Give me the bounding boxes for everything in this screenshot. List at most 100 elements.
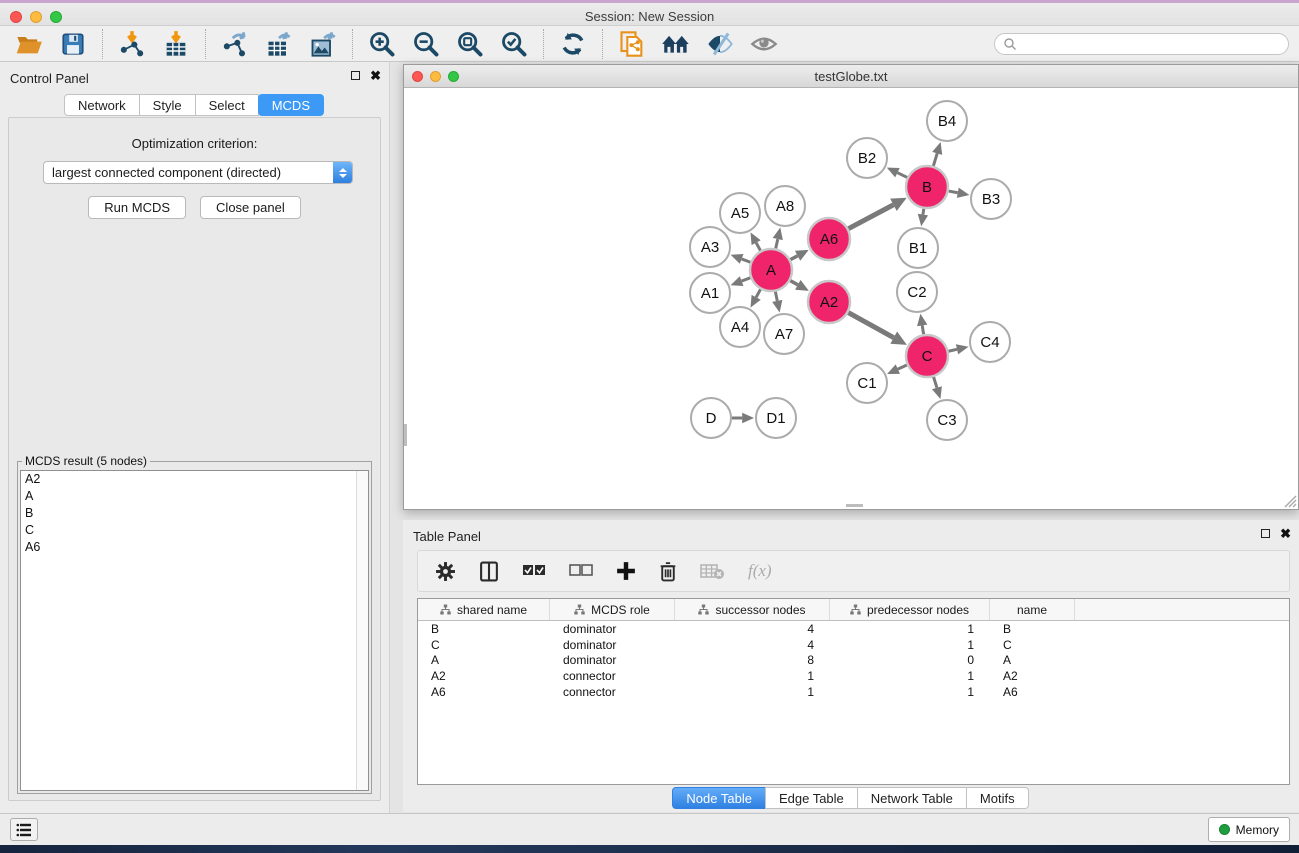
network-canvas[interactable]: B4B2BB3A8A5A6A3B1AA1C2A2A4A7C4CC1C3DD1 bbox=[404, 88, 1298, 509]
mcds-result-item[interactable]: A bbox=[21, 488, 368, 505]
zoom-out-icon[interactable] bbox=[409, 29, 443, 59]
mcds-result-item[interactable]: C bbox=[21, 522, 368, 539]
network-vertical-scrollbar[interactable] bbox=[404, 424, 407, 446]
tab-style[interactable]: Style bbox=[139, 94, 196, 116]
table-header-row: shared nameMCDS rolesuccessor nodesprede… bbox=[418, 599, 1289, 621]
network-graph[interactable]: B4B2BB3A8A5A6A3B1AA1C2A2A4A7C4CC1C3DD1 bbox=[404, 88, 1298, 509]
tab-mcds[interactable]: MCDS bbox=[258, 94, 324, 116]
graph-edge[interactable] bbox=[923, 209, 924, 215]
graph-edge[interactable] bbox=[922, 325, 923, 334]
application-window: Session: New Session bbox=[0, 0, 1299, 853]
graph-edge[interactable] bbox=[897, 173, 907, 178]
select-all-icon[interactable] bbox=[522, 564, 546, 578]
function-builder-icon[interactable]: f(x) bbox=[748, 561, 772, 581]
mcds-result-item[interactable]: B bbox=[21, 505, 368, 522]
mcds-result-fieldset: MCDS result (5 nodes) A2ABCA6 bbox=[17, 454, 372, 794]
task-history-button[interactable] bbox=[10, 818, 38, 841]
edge-arrowhead bbox=[731, 254, 744, 264]
tab-network[interactable]: Network bbox=[64, 94, 140, 116]
import-table-icon[interactable] bbox=[159, 29, 193, 59]
node-label: B3 bbox=[982, 191, 1000, 208]
hide-panel-eye-icon[interactable] bbox=[703, 29, 737, 59]
search-field[interactable] bbox=[994, 33, 1289, 55]
tab-node-table[interactable]: Node Table bbox=[672, 787, 766, 809]
graph-edge[interactable] bbox=[790, 281, 798, 285]
session-title: Session: New Session bbox=[0, 9, 1299, 24]
table-cell: dominator bbox=[550, 653, 675, 667]
import-network-icon[interactable] bbox=[115, 29, 149, 59]
node-label: A bbox=[766, 262, 776, 279]
graph-edge[interactable] bbox=[790, 256, 797, 260]
refresh-icon[interactable] bbox=[556, 29, 590, 59]
node-label: B1 bbox=[909, 240, 927, 257]
column-type-icon bbox=[850, 604, 861, 615]
graph-edge[interactable] bbox=[775, 292, 777, 301]
table-close-panel-icon[interactable]: ✖ bbox=[1280, 529, 1291, 538]
resize-grip-icon[interactable] bbox=[1284, 495, 1297, 508]
column-header-successor-nodes[interactable]: successor nodes bbox=[675, 599, 830, 620]
show-eye-icon[interactable] bbox=[747, 29, 781, 59]
status-bar: Memory bbox=[0, 813, 1299, 845]
graph-edge[interactable] bbox=[949, 191, 958, 193]
graph-edge[interactable] bbox=[898, 365, 907, 369]
table-float-panel-icon[interactable] bbox=[1261, 529, 1270, 538]
show-columns-icon[interactable] bbox=[479, 561, 499, 582]
save-session-icon[interactable] bbox=[56, 29, 90, 59]
result-list-scrollbar[interactable] bbox=[356, 471, 368, 790]
mcds-result-item[interactable]: A2 bbox=[21, 471, 368, 488]
column-header-predecessor-nodes[interactable]: predecessor nodes bbox=[830, 599, 990, 620]
delete-table-icon[interactable] bbox=[700, 563, 725, 580]
dropdown-stepper-icon bbox=[333, 162, 352, 183]
graph-edge[interactable] bbox=[848, 313, 893, 338]
table-row[interactable]: Bdominator41B bbox=[418, 621, 1289, 637]
graph-edge[interactable] bbox=[934, 377, 937, 388]
table-row[interactable]: Cdominator41C bbox=[418, 637, 1289, 653]
close-panel-icon[interactable]: ✖ bbox=[370, 71, 381, 80]
run-mcds-button[interactable]: Run MCDS bbox=[88, 196, 186, 219]
tab-motifs[interactable]: Motifs bbox=[966, 787, 1029, 809]
column-header-MCDS-role[interactable]: MCDS role bbox=[550, 599, 675, 620]
zoom-in-icon[interactable] bbox=[365, 29, 399, 59]
zoom-selected-icon[interactable] bbox=[497, 29, 531, 59]
tab-network-table[interactable]: Network Table bbox=[857, 787, 967, 809]
close-panel-button[interactable]: Close panel bbox=[200, 196, 301, 219]
column-header-name[interactable]: name bbox=[990, 599, 1075, 620]
delete-column-trash-icon[interactable] bbox=[659, 561, 677, 582]
graph-edge[interactable] bbox=[756, 243, 760, 251]
export-image-icon[interactable] bbox=[306, 29, 340, 59]
tab-select[interactable]: Select bbox=[195, 94, 259, 116]
table-cell: 1 bbox=[675, 669, 830, 683]
clone-network-icon[interactable] bbox=[615, 29, 649, 59]
open-file-icon[interactable] bbox=[12, 29, 46, 59]
graph-edge[interactable] bbox=[742, 278, 751, 281]
network-horizontal-scrollbar[interactable] bbox=[846, 504, 863, 507]
zoom-fit-icon[interactable] bbox=[453, 29, 487, 59]
memory-button[interactable]: Memory bbox=[1208, 817, 1290, 842]
unselect-all-icon[interactable] bbox=[569, 564, 593, 578]
graph-edge[interactable] bbox=[776, 239, 778, 248]
column-header-shared-name[interactable]: shared name bbox=[418, 599, 550, 620]
home-layout-icon[interactable] bbox=[659, 29, 693, 59]
graph-edge[interactable] bbox=[742, 259, 751, 262]
network-window-titlebar[interactable]: testGlobe.txt bbox=[404, 65, 1298, 88]
search-input[interactable] bbox=[1017, 35, 1288, 53]
graph-edge[interactable] bbox=[948, 349, 957, 351]
float-panel-icon[interactable] bbox=[351, 71, 360, 80]
table-cell: 8 bbox=[675, 653, 830, 667]
tab-edge-table[interactable]: Edge Table bbox=[765, 787, 858, 809]
table-row[interactable]: A6connector11A6 bbox=[418, 684, 1289, 700]
mcds-result-item[interactable]: A6 bbox=[21, 539, 368, 556]
add-column-icon[interactable] bbox=[616, 561, 636, 581]
export-network-icon[interactable] bbox=[218, 29, 252, 59]
node-label: A6 bbox=[820, 231, 838, 248]
export-table-icon[interactable] bbox=[262, 29, 296, 59]
graph-edge[interactable] bbox=[933, 153, 937, 166]
graph-edge[interactable] bbox=[848, 205, 893, 229]
graph-edge[interactable] bbox=[756, 289, 760, 297]
edge-arrowhead bbox=[773, 227, 783, 240]
table-row[interactable]: Adominator80A bbox=[418, 652, 1289, 668]
memory-label: Memory bbox=[1236, 823, 1279, 837]
criterion-dropdown[interactable]: largest connected component (directed) bbox=[43, 161, 353, 184]
table-row[interactable]: A2connector11A2 bbox=[418, 668, 1289, 684]
table-settings-gear-icon[interactable] bbox=[435, 561, 456, 582]
